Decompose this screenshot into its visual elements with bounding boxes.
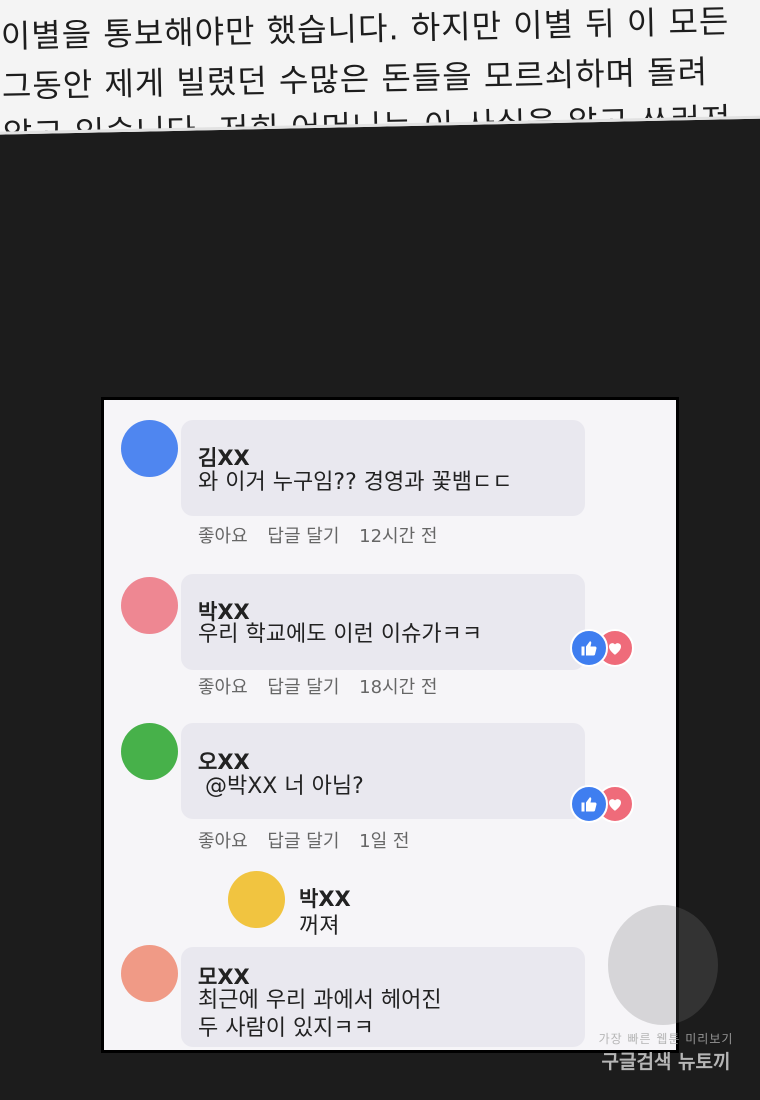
avatar[interactable] <box>121 723 178 780</box>
watermark-line-2: 구글검색 뉴토끼 <box>601 1051 731 1073</box>
comment-time: 12시간 전 <box>359 526 438 547</box>
comment-panel: 김XX 와 이거 누구임?? 경영과 꽃뱀ㄷㄷ 좋아요 답글 달기 12시간 전… <box>101 397 679 1053</box>
like-icon <box>570 629 608 667</box>
comment-actions: 좋아요 답글 달기 18시간 전 <box>198 673 451 699</box>
reply-link[interactable]: 답글 달기 <box>267 526 339 547</box>
reaction-badges[interactable] <box>570 629 640 667</box>
comment-text: @박XX 너 아님? <box>205 774 364 799</box>
comment-actions: 좋아요 답글 달기 12시간 전 <box>198 522 451 548</box>
comment-text: 우리 학교에도 이런 이슈가ㅋㅋ <box>198 622 483 647</box>
reaction-badges[interactable] <box>570 785 640 823</box>
comment-bubble: 김XX 와 이거 누구임?? 경영과 꽃뱀ㄷㄷ <box>181 420 585 516</box>
watermark: 가장 빠른 웹툰 미리보기 구글검색 뉴토끼 <box>576 1030 756 1074</box>
like-link[interactable]: 좋아요 <box>198 677 248 698</box>
like-icon <box>570 785 608 823</box>
avatar[interactable] <box>121 945 178 1002</box>
narration-banner: 이별을 통보해야만 했습니다. 하지만 이별 뒤 이 모든 그동안 제게 빌렸던… <box>0 0 760 135</box>
like-link[interactable]: 좋아요 <box>198 526 248 547</box>
comment-bubble: 박XX 우리 학교에도 이런 이슈가ㅋㅋ <box>181 574 585 670</box>
comment-bubble: 모XX 최근에 우리 과에서 헤어진 두 사람이 있지ㅋㅋ <box>181 947 585 1047</box>
like-link[interactable]: 좋아요 <box>198 831 248 852</box>
comment-text: 와 이거 누구임?? 경영과 꽃뱀ㄷㄷ <box>198 470 513 495</box>
reply-link[interactable]: 답글 달기 <box>267 677 339 698</box>
avatar[interactable] <box>121 420 178 477</box>
watermark-line-1: 가장 빠른 웹툰 미리보기 <box>598 1032 734 1046</box>
watermark-logo <box>608 905 718 1025</box>
comment-actions: 좋아요 답글 달기 1일 전 <box>198 827 423 853</box>
comment-time: 1일 전 <box>359 831 410 852</box>
comment-text-line-2: 두 사람이 있지ㅋㅋ <box>198 1016 374 1041</box>
avatar[interactable] <box>121 577 178 634</box>
reply-link[interactable]: 답글 달기 <box>267 831 339 852</box>
avatar[interactable] <box>228 871 285 928</box>
reply-text: 꺼져 <box>299 914 340 939</box>
comment-time: 18시간 전 <box>359 677 438 698</box>
comment-bubble: 오XX @박XX 너 아님? <box>181 723 585 819</box>
